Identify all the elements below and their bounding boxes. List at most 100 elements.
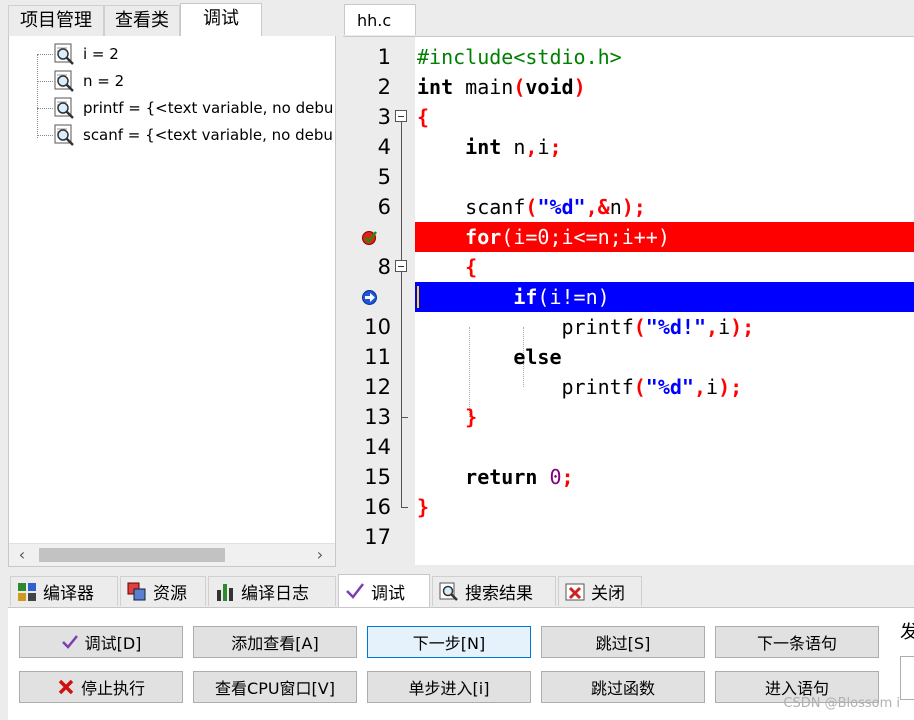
watch-text: scanf = {<text variable, no debu: [83, 126, 333, 144]
execution-arrow-icon: [362, 290, 377, 305]
button-label: 单步进入[i]: [408, 679, 490, 698]
button-label: 调试[D]: [84, 634, 142, 653]
stop-execution-button[interactable]: 停止执行: [19, 671, 183, 703]
add-watch-button[interactable]: 添加查看[A]: [193, 626, 357, 658]
line-number: 16: [343, 492, 391, 522]
debug-controls-panel: [8, 607, 914, 720]
code-text: }: [417, 495, 430, 519]
code-line[interactable]: 5: [343, 162, 914, 192]
tab-close[interactable]: 关闭: [558, 576, 642, 606]
line-number: 5: [343, 162, 391, 192]
line-number: 10: [343, 312, 391, 342]
code-line[interactable]: 15 return 0;: [343, 462, 914, 492]
tab-label: 编译器: [43, 584, 94, 604]
code-line[interactable]: 12 printf("%d",i);: [343, 372, 914, 402]
horizontal-scrollbar[interactable]: ‹ ›: [9, 543, 335, 566]
button-label: 下一步[N]: [412, 634, 486, 653]
fold-end-tick: [401, 507, 408, 508]
code-line[interactable]: 17: [343, 522, 914, 552]
line-number: 15: [343, 462, 391, 492]
code-line[interactable]: 13 }: [343, 402, 914, 432]
fold-line: [401, 372, 402, 402]
line-number: 17: [343, 522, 391, 552]
code-editor[interactable]: 1 #include<stdio.h> 2 int main(void) 3 {…: [343, 36, 914, 565]
code-line[interactable]: 3 {: [343, 102, 914, 132]
fold-gutter: [391, 282, 415, 312]
grid-icon: [18, 582, 36, 601]
line-number: 6: [343, 192, 391, 222]
tab-search-results[interactable]: 搜索结果: [432, 576, 556, 606]
tab-project-manager[interactable]: 项目管理: [8, 5, 104, 36]
watermark: CSDN @Blossom i: [783, 696, 900, 711]
tab-class-view[interactable]: 查看类: [104, 5, 180, 36]
fold-gutter: [391, 402, 415, 432]
tab-debug[interactable]: 调试: [180, 3, 262, 37]
watch-text: i = 2: [83, 45, 119, 63]
button-label: 添加查看[A]: [231, 634, 319, 653]
button-label: 跳过[S]: [595, 634, 651, 653]
breakpoint-line[interactable]: for(i=0;i<=n;i++): [343, 222, 914, 252]
code-text: return 0;: [465, 465, 574, 489]
code-line[interactable]: 11 else: [343, 342, 914, 372]
line-number: 3: [343, 102, 391, 132]
tab-compiler[interactable]: 编译器: [10, 576, 118, 606]
code-text: scanf("%d",&n);: [465, 195, 646, 219]
tab-label: 资源: [153, 584, 187, 604]
tab-compile-log[interactable]: 编译日志: [208, 576, 336, 606]
code-text: {: [465, 255, 478, 279]
code-text: for(i=0;i<=n;i++): [465, 225, 670, 249]
fold-line: [401, 342, 402, 372]
code-line[interactable]: 1 #include<stdio.h>: [343, 42, 914, 72]
tab-label: 调试: [371, 583, 405, 604]
skip-function-button[interactable]: 跳过函数: [541, 671, 705, 703]
next-statement-button[interactable]: 下一条语句: [715, 626, 879, 658]
watch-item[interactable]: n = 2: [53, 68, 335, 94]
code-text: int main(void): [417, 75, 586, 99]
watch-item[interactable]: scanf = {<text variable, no debu: [53, 122, 335, 148]
view-cpu-window-button[interactable]: 查看CPU窗口[V]: [193, 671, 357, 703]
code-line[interactable]: 14: [343, 432, 914, 462]
code-text: }: [465, 405, 478, 429]
current-execution-line[interactable]: if(i!=n): [343, 282, 914, 312]
fold-gutter: [391, 162, 415, 192]
watch-item[interactable]: i = 2: [53, 41, 335, 67]
fold-line: [401, 492, 402, 507]
fold-line: [401, 192, 402, 222]
left-panel-tabs: 项目管理 查看类 调试: [8, 3, 334, 37]
tab-debug-panel[interactable]: 调试: [338, 574, 430, 607]
next-step-button[interactable]: 下一步[N]: [367, 626, 531, 658]
code-line[interactable]: 8 {: [343, 252, 914, 282]
watch-magnifier-icon: [54, 43, 74, 65]
tree-connector: [37, 54, 38, 138]
debug-button[interactable]: 调试[D]: [19, 626, 183, 658]
collapse-icon[interactable]: [395, 110, 407, 122]
tab-label: 编译日志: [241, 584, 309, 604]
tree-connector: [37, 81, 53, 82]
step-into-button[interactable]: 单步进入[i]: [367, 671, 531, 703]
watch-text: n = 2: [83, 72, 125, 90]
fold-gutter: [391, 312, 415, 342]
resources-icon: [127, 582, 146, 600]
code-line[interactable]: 2 int main(void): [343, 72, 914, 102]
fold-toggle[interactable]: [391, 102, 415, 132]
scroll-right-icon[interactable]: ›: [309, 544, 331, 566]
scroll-left-icon[interactable]: ‹: [11, 544, 33, 566]
skip-button[interactable]: 跳过[S]: [541, 626, 705, 658]
breakpoint-check-icon[interactable]: [361, 229, 378, 246]
editor-tab-hh-c[interactable]: hh.c: [344, 4, 416, 35]
tab-resources[interactable]: 资源: [120, 576, 206, 606]
scroll-thumb[interactable]: [39, 548, 225, 562]
code-line[interactable]: 10 printf("%d!",i);: [343, 312, 914, 342]
collapse-icon[interactable]: [395, 260, 407, 272]
code-line[interactable]: 16 }: [343, 492, 914, 522]
watch-magnifier-icon: [54, 124, 74, 146]
command-input[interactable]: [900, 656, 914, 700]
fold-gutter: [391, 192, 415, 222]
close-window-icon: [565, 583, 585, 600]
fold-gutter: [391, 222, 415, 252]
code-line[interactable]: 6 scanf("%d",&n);: [343, 192, 914, 222]
button-label: 查看CPU窗口[V]: [215, 679, 335, 698]
watch-item[interactable]: printf = {<text variable, no debu: [53, 95, 335, 121]
fold-toggle[interactable]: [391, 252, 415, 282]
code-line[interactable]: 4 int n,i;: [343, 132, 914, 162]
